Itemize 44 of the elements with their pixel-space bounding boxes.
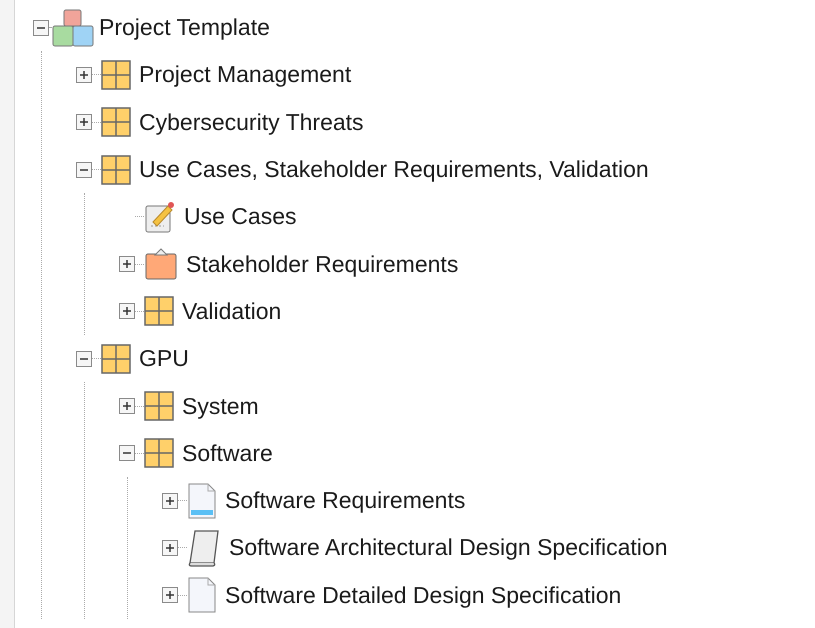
tree-item-label[interactable]: Software Requirements	[225, 487, 466, 514]
plus-icon	[122, 306, 132, 316]
tree-item-label[interactable]: Cybersecurity Threats	[139, 108, 364, 136]
grid-icon	[101, 154, 131, 185]
grid-icon	[144, 296, 174, 326]
collapse-toggle[interactable]	[76, 162, 92, 178]
tree-item-label[interactable]: Project Management	[139, 61, 352, 88]
plus-icon	[165, 496, 175, 506]
expand-toggle[interactable]	[162, 540, 178, 556]
plus-icon	[122, 401, 132, 412]
pencil-note-icon	[144, 200, 176, 234]
plus-icon	[165, 590, 175, 600]
plus-icon	[165, 542, 175, 553]
tree-item-label[interactable]: GPU	[139, 345, 189, 372]
collapse-toggle[interactable]	[33, 20, 49, 36]
grid-icon	[101, 60, 131, 90]
grid-icon	[101, 107, 131, 138]
tree-item-label[interactable]: Validation	[182, 298, 282, 325]
expand-toggle[interactable]	[162, 492, 178, 509]
tree-item-label[interactable]: System	[182, 392, 259, 420]
tree-item-label[interactable]: Use Cases, Stakeholder Requirements, Validation	[139, 156, 649, 184]
expand-toggle[interactable]	[162, 587, 178, 604]
expand-toggle[interactable]	[76, 114, 92, 130]
blocks-icon	[51, 8, 95, 48]
tree-item-label[interactable]: Software Detailed Design Specification	[225, 582, 622, 609]
plus-icon	[122, 259, 132, 270]
expand-toggle[interactable]	[119, 303, 135, 320]
tree-item-label[interactable]: Software Architectural Design Specification	[229, 534, 668, 562]
plus-icon	[79, 117, 89, 128]
scroll-icon	[187, 528, 221, 567]
collapse-toggle[interactable]	[119, 445, 135, 462]
grid-icon	[144, 391, 174, 422]
grid-icon	[101, 344, 131, 374]
grid-icon	[144, 438, 174, 468]
tree-item-label[interactable]: Use Cases	[184, 203, 296, 230]
collapse-toggle[interactable]	[76, 350, 92, 367]
plus-icon	[79, 70, 89, 80]
expand-toggle[interactable]	[76, 66, 92, 83]
tree-item-label[interactable]: Project Template	[99, 14, 270, 42]
tree-item-label[interactable]: Stakeholder Requirements	[186, 250, 458, 278]
expand-toggle[interactable]	[119, 256, 135, 272]
tree-item-label[interactable]: Software	[182, 440, 273, 467]
expand-toggle[interactable]	[119, 398, 135, 414]
clipboard-icon	[144, 247, 178, 282]
